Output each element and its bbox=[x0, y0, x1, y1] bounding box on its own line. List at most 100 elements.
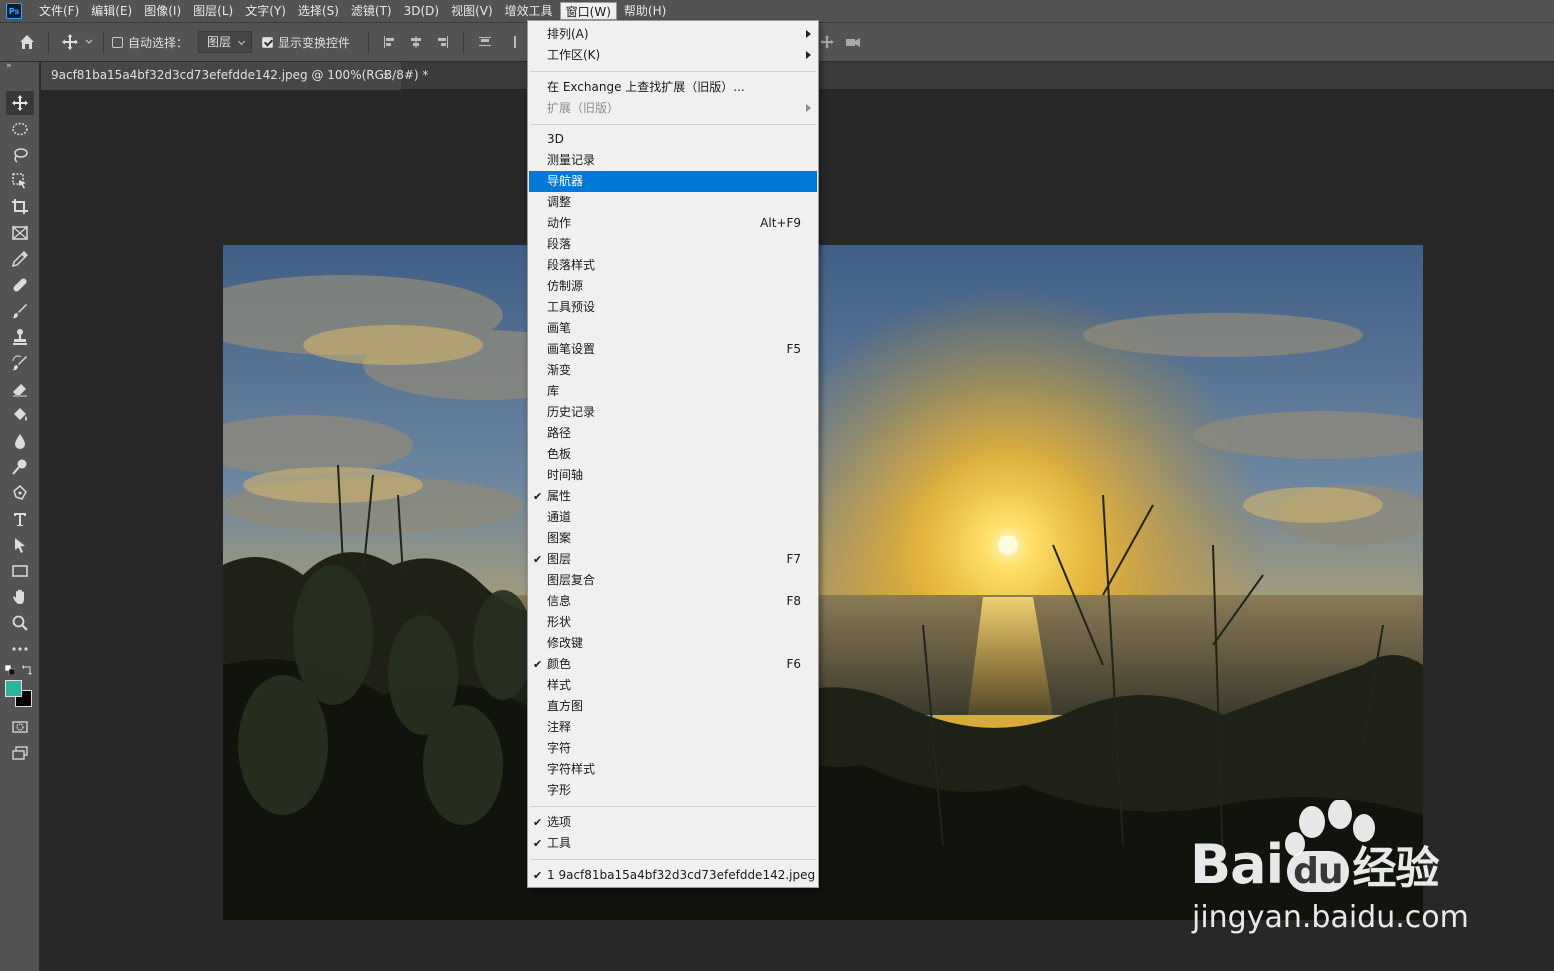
menu-item-libraries[interactable]: 库 bbox=[529, 381, 817, 402]
menu-item-properties[interactable]: ✔ 属性 bbox=[529, 486, 817, 507]
object-select-tool[interactable] bbox=[0, 168, 40, 194]
menu-item-tool-presets[interactable]: 工具预设 bbox=[529, 297, 817, 318]
menu-item-arrange[interactable]: 排列(A) bbox=[529, 24, 817, 45]
eyedropper-tool[interactable] bbox=[0, 246, 40, 272]
menu-item-gradients[interactable]: 渐变 bbox=[529, 360, 817, 381]
close-icon[interactable]: × bbox=[382, 62, 391, 89]
menu-edit[interactable]: 编辑(E) bbox=[86, 2, 137, 20]
type-tool[interactable] bbox=[0, 506, 40, 532]
menu-item-paragraph-styles[interactable]: 段落样式 bbox=[529, 255, 817, 276]
marquee-tool[interactable] bbox=[0, 116, 40, 142]
menu-3d[interactable]: 3D(D) bbox=[399, 2, 444, 20]
menu-type[interactable]: 文字(Y) bbox=[240, 2, 291, 20]
align-right-icon[interactable] bbox=[429, 29, 455, 55]
menu-item-swatches[interactable]: 色板 bbox=[529, 444, 817, 465]
dodge-tool[interactable] bbox=[0, 454, 40, 480]
menu-item-character[interactable]: 字符 bbox=[529, 738, 817, 759]
menu-item-patterns[interactable]: 图案 bbox=[529, 528, 817, 549]
menu-item-modifier-keys[interactable]: 修改键 bbox=[529, 633, 817, 654]
path-select-tool[interactable] bbox=[0, 532, 40, 558]
healing-brush-tool[interactable] bbox=[0, 272, 40, 298]
menu-window[interactable]: 窗口(W) bbox=[559, 2, 617, 20]
menu-item-brush-settings[interactable]: 画笔设置 F5 bbox=[529, 339, 817, 360]
menu-item-layers[interactable]: ✔ 图层 F7 bbox=[529, 549, 817, 570]
menu-file[interactable]: 文件(F) bbox=[34, 2, 84, 20]
screen-mode-button[interactable] bbox=[0, 740, 40, 766]
menu-image[interactable]: 图像(I) bbox=[139, 2, 186, 20]
align-left-icon[interactable] bbox=[377, 29, 403, 55]
menu-help[interactable]: 帮助(H) bbox=[619, 2, 671, 20]
brush-tool[interactable] bbox=[0, 298, 40, 324]
home-icon[interactable] bbox=[14, 29, 40, 55]
document-tab[interactable]: 9acf81ba15a4bf32d3cd73efefdde142.jpeg @ … bbox=[41, 62, 428, 90]
checkbox-box[interactable] bbox=[262, 36, 274, 48]
menu-item-paragraph[interactable]: 段落 bbox=[529, 234, 817, 255]
menu-item-workspace[interactable]: 工作区(K) bbox=[529, 45, 817, 66]
menu-item-styles[interactable]: 样式 bbox=[529, 675, 817, 696]
paint-bucket-tool[interactable] bbox=[0, 402, 40, 428]
menu-item-adjustments[interactable]: 调整 bbox=[529, 192, 817, 213]
auto-select-checkbox[interactable]: 自动选择： bbox=[112, 34, 188, 51]
clone-stamp-tool[interactable] bbox=[0, 324, 40, 350]
pen-tool[interactable] bbox=[0, 480, 40, 506]
stamp-icon bbox=[6, 325, 34, 349]
crop-tool[interactable] bbox=[0, 194, 40, 220]
default-colors-icon[interactable] bbox=[4, 664, 16, 676]
move-tool[interactable] bbox=[0, 90, 40, 116]
zoom-tool[interactable] bbox=[0, 610, 40, 636]
menu-item-label: 直方图 bbox=[547, 699, 584, 713]
menu-plugins[interactable]: 增效工具 bbox=[500, 2, 558, 20]
rectangle-tool[interactable] bbox=[0, 558, 40, 584]
align-center-icon[interactable] bbox=[403, 29, 429, 55]
frame-tool[interactable] bbox=[0, 220, 40, 246]
eraser-tool[interactable] bbox=[0, 376, 40, 402]
menu-item-shapes[interactable]: 形状 bbox=[529, 612, 817, 633]
menu-item-brushes[interactable]: 画笔 bbox=[529, 318, 817, 339]
panel-collapse-icon[interactable]: » bbox=[0, 62, 39, 72]
menu-item-history[interactable]: 历史记录 bbox=[529, 402, 817, 423]
menu-view[interactable]: 视图(V) bbox=[446, 2, 498, 20]
chevron-down-icon[interactable] bbox=[83, 29, 95, 55]
menu-item-layer-comps[interactable]: 图层复合 bbox=[529, 570, 817, 591]
menu-filter[interactable]: 滤镜(T) bbox=[346, 2, 397, 20]
object-select-icon bbox=[6, 169, 34, 193]
menu-item-measurement-log[interactable]: 测量记录 bbox=[529, 150, 817, 171]
3d-video-camera-icon[interactable] bbox=[840, 29, 866, 55]
auto-select-target-dropdown[interactable]: 图层 bbox=[198, 31, 253, 53]
menu-select[interactable]: 选择(S) bbox=[293, 2, 344, 20]
history-brush-tool[interactable] bbox=[0, 350, 40, 376]
menu-item-glyphs[interactable]: 字形 bbox=[529, 780, 817, 801]
menu-item-find-extensions[interactable]: 在 Exchange 上查找扩展（旧版）... bbox=[529, 77, 817, 98]
hand-tool[interactable] bbox=[0, 584, 40, 610]
menu-item-label: 工具预设 bbox=[547, 300, 596, 314]
menu-item-3d[interactable]: 3D bbox=[529, 129, 817, 150]
swap-colors-icon[interactable] bbox=[22, 664, 33, 675]
menu-item-histogram[interactable]: 直方图 bbox=[529, 696, 817, 717]
lasso-tool[interactable] bbox=[0, 142, 40, 168]
menu-item-color[interactable]: ✔ 颜色 F6 bbox=[529, 654, 817, 675]
check-icon: ✔ bbox=[533, 816, 543, 829]
menu-item-notes[interactable]: 注释 bbox=[529, 717, 817, 738]
menu-item-channels[interactable]: 通道 bbox=[529, 507, 817, 528]
quick-mask-button[interactable] bbox=[0, 714, 40, 740]
menu-item-options[interactable]: ✔ 选项 bbox=[529, 812, 817, 833]
more-tools[interactable] bbox=[0, 636, 40, 662]
show-transform-controls-checkbox[interactable]: 显示变换控件 bbox=[262, 34, 350, 51]
lasso-icon bbox=[6, 143, 34, 167]
menu-item-open-document[interactable]: ✔ 1 9acf81ba15a4bf32d3cd73efefdde142.jpeg bbox=[529, 865, 817, 886]
menu-item-timeline[interactable]: 时间轴 bbox=[529, 465, 817, 486]
menu-layer[interactable]: 图层(L) bbox=[188, 2, 238, 20]
menu-item-character-styles[interactable]: 字符样式 bbox=[529, 759, 817, 780]
menu-item-actions[interactable]: 动作 Alt+F9 bbox=[529, 213, 817, 234]
checkbox-box[interactable] bbox=[112, 36, 123, 48]
foreground-color-swatch[interactable] bbox=[5, 680, 22, 697]
move-tool-preset-icon[interactable] bbox=[57, 29, 83, 55]
paint-bucket-icon bbox=[6, 403, 34, 427]
menu-item-clone-source[interactable]: 仿制源 bbox=[529, 276, 817, 297]
menu-item-info[interactable]: 信息 F8 bbox=[529, 591, 817, 612]
menu-item-tools[interactable]: ✔ 工具 bbox=[529, 833, 817, 854]
align-top-icon[interactable] bbox=[472, 29, 498, 55]
blur-tool[interactable] bbox=[0, 428, 40, 454]
menu-item-navigator[interactable]: 导航器 bbox=[529, 171, 817, 192]
menu-item-paths[interactable]: 路径 bbox=[529, 423, 817, 444]
